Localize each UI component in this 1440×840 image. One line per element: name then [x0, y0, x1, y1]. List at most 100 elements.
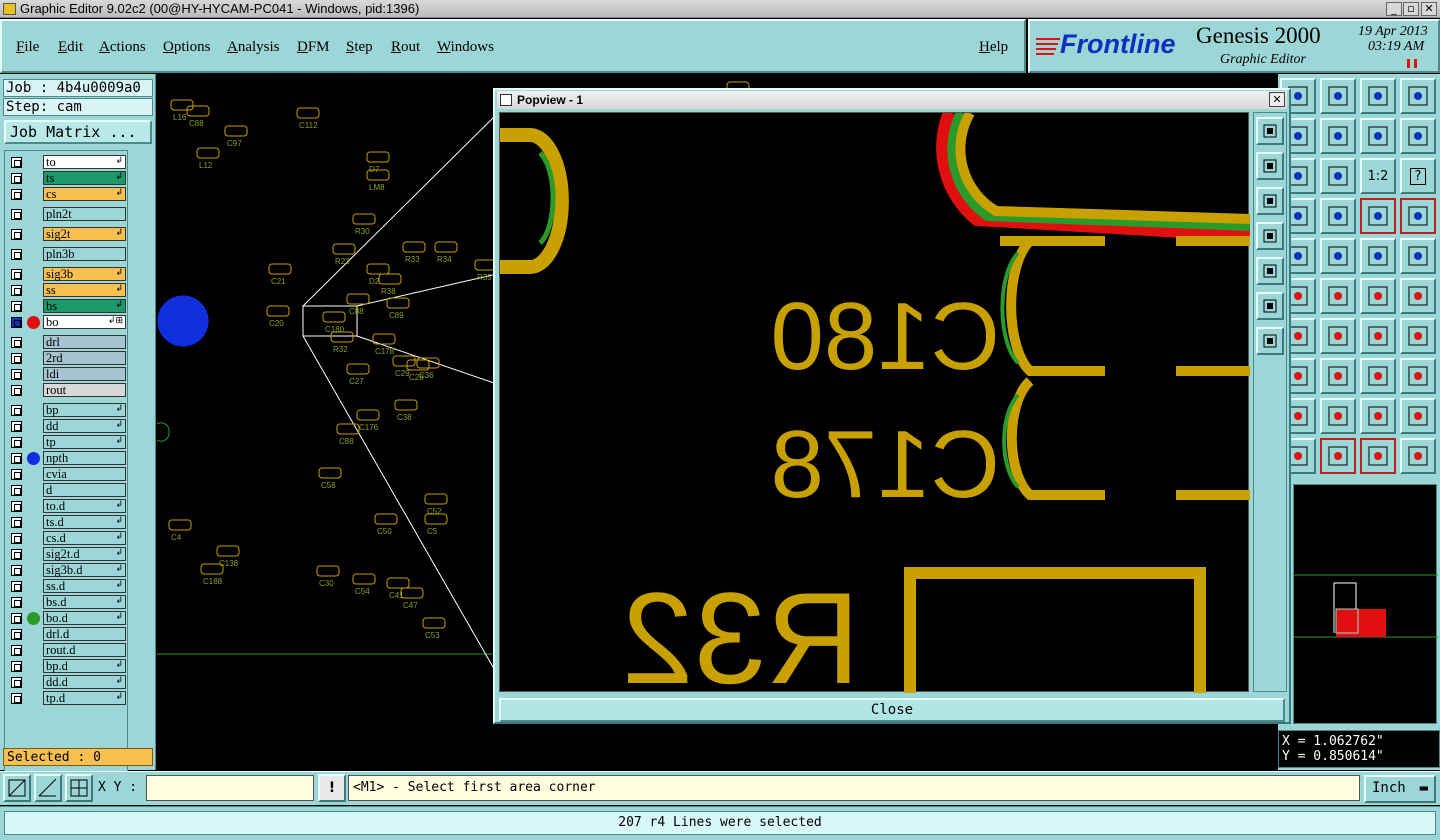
- menu-rout[interactable]: Rout: [391, 39, 420, 56]
- layer-name[interactable]: ts ↲: [43, 171, 126, 185]
- layer-name[interactable]: sig2t.d ↲: [43, 547, 126, 561]
- menu-actions[interactable]: Actions: [99, 39, 146, 56]
- cross-icon[interactable]: [1320, 278, 1356, 314]
- layer-row-cs[interactable]: cs ↲: [7, 187, 127, 201]
- layer-name[interactable]: bp.d ↲: [43, 659, 126, 673]
- layer-checkbox[interactable]: [11, 249, 22, 260]
- layer-name[interactable]: rout.d: [43, 643, 126, 657]
- layer-checkbox[interactable]: [11, 269, 22, 280]
- layer-checkbox[interactable]: [11, 549, 22, 560]
- layer-checkbox[interactable]: [11, 173, 22, 184]
- layer-row-cvia[interactable]: cvia: [7, 467, 127, 481]
- dot-icon[interactable]: [1400, 238, 1436, 274]
- layer-row-rout[interactable]: rout: [7, 383, 127, 397]
- layer-name[interactable]: bo.d ↲: [43, 611, 126, 625]
- layer-row-bp[interactable]: bp ↲: [7, 403, 127, 417]
- layer-checkbox[interactable]: [11, 157, 22, 168]
- layer-name[interactable]: sig2t ↲: [43, 227, 126, 241]
- ruler-icon[interactable]: [1360, 238, 1396, 274]
- layer-name[interactable]: 2rd: [43, 351, 126, 365]
- layer-checkbox[interactable]: [11, 353, 22, 364]
- layer-name[interactable]: npth: [43, 451, 126, 465]
- arrow-node-alt-icon[interactable]: [1400, 278, 1436, 314]
- layer-checkbox[interactable]: [11, 437, 22, 448]
- layer-row-ss-d[interactable]: ss.d ↲: [7, 579, 127, 593]
- layer-name[interactable]: drl: [43, 335, 126, 349]
- menu-step[interactable]: Step: [346, 39, 373, 56]
- popview-pan-right-icon[interactable]: [1256, 257, 1284, 285]
- layer-row-sig2t[interactable]: sig2t ↲: [7, 227, 127, 241]
- layer-checkbox[interactable]: [11, 629, 22, 640]
- layer-checkbox[interactable]: [11, 485, 22, 496]
- pause-icon[interactable]: [1407, 59, 1417, 68]
- layer-name[interactable]: drl.d: [43, 627, 126, 641]
- layer-checkbox[interactable]: [11, 533, 22, 544]
- layer-name[interactable]: ldi: [43, 367, 126, 381]
- overview-svg[interactable]: [1294, 485, 1438, 725]
- layer-name[interactable]: tp ↲: [43, 435, 126, 449]
- layer-checkbox[interactable]: [11, 405, 22, 416]
- arrow-node-icon[interactable]: [1360, 278, 1396, 314]
- popview-center-icon[interactable]: [1256, 327, 1284, 355]
- layer-row-drl-d[interactable]: drl.d: [7, 627, 127, 641]
- minimize-button[interactable]: _: [1386, 2, 1402, 16]
- layer-row-bo-d[interactable]: bo.d ↲: [7, 611, 127, 625]
- layer-name[interactable]: to.d ↲: [43, 499, 126, 513]
- grid-snap-button[interactable]: [65, 774, 93, 802]
- layer-name[interactable]: pln2t: [43, 207, 126, 221]
- layer-name[interactable]: sig3b ↲: [43, 267, 126, 281]
- layer-checkbox[interactable]: [11, 301, 22, 312]
- layer-row-cs-d[interactable]: cs.d ↲: [7, 531, 127, 545]
- layer-row-rout-d[interactable]: rout.d: [7, 643, 127, 657]
- layer-row-bo[interactable]: bo ↲⊞: [7, 315, 127, 329]
- layer-name[interactable]: rout: [43, 383, 126, 397]
- triangle-b-icon[interactable]: [1360, 398, 1396, 434]
- layer-row-bs-d[interactable]: bs.d ↲: [7, 595, 127, 609]
- layer-row-tp[interactable]: tp ↲: [7, 435, 127, 449]
- layer-checkbox[interactable]: [11, 581, 22, 592]
- layer-checkbox[interactable]: [11, 469, 22, 480]
- layer-checkbox[interactable]: [11, 565, 22, 576]
- layer-row-pln3b[interactable]: pln3b: [7, 247, 127, 261]
- layer-checkbox[interactable]: [11, 501, 22, 512]
- layer-checkbox[interactable]: [11, 421, 22, 432]
- menu-windows[interactable]: Windows: [437, 39, 494, 56]
- layer-name[interactable]: ss ↲: [43, 283, 126, 297]
- layer-checkbox[interactable]: [11, 285, 22, 296]
- layer-row-ts[interactable]: ts ↲: [7, 171, 127, 185]
- arrow-right-box-icon[interactable]: [1320, 118, 1356, 154]
- menu-dfm[interactable]: DFM: [297, 39, 330, 56]
- layer-checkbox[interactable]: [11, 453, 22, 464]
- select-icon[interactable]: [1360, 438, 1396, 474]
- layer-name[interactable]: d: [43, 483, 126, 497]
- select-box-icon[interactable]: [1320, 438, 1356, 474]
- popview-pan-down-icon[interactable]: [1256, 187, 1284, 215]
- layer-row-tp-d[interactable]: tp.d ↲: [7, 691, 127, 705]
- layer-row-to-d[interactable]: to.d ↲: [7, 499, 127, 513]
- layer-name[interactable]: ts.d ↲: [43, 515, 126, 529]
- popview-zoom-svg[interactable]: C180 C178 R32: [500, 109, 1251, 711]
- layer-checkbox[interactable]: [11, 189, 22, 200]
- layer-name[interactable]: cs ↲: [43, 187, 126, 201]
- measure-button[interactable]: [34, 774, 62, 802]
- layer-name[interactable]: cs.d ↲: [43, 531, 126, 545]
- layer-checkbox[interactable]: [11, 597, 22, 608]
- layer-checkbox[interactable]: [11, 645, 22, 656]
- menu-help[interactable]: Help: [979, 39, 1008, 56]
- window-split-icon[interactable]: [1400, 78, 1436, 114]
- grid-icon[interactable]: [1320, 198, 1356, 234]
- menu-options[interactable]: Options: [163, 39, 211, 56]
- layer-checkbox[interactable]: [11, 693, 22, 704]
- layer-row-dd[interactable]: dd ↲: [7, 419, 127, 433]
- close-window-button[interactable]: ✕: [1421, 2, 1437, 16]
- popview-canvas[interactable]: C180 C178 R32: [499, 109, 1251, 711]
- layer-row-dd-d[interactable]: dd.d ↲: [7, 675, 127, 689]
- shapes-icon[interactable]: [1400, 358, 1436, 394]
- unit-select[interactable]: Inch ▬: [1364, 775, 1436, 803]
- menu-file[interactable]: File: [16, 39, 39, 56]
- layer-checkbox[interactable]: [11, 229, 22, 240]
- layer-name[interactable]: dd ↲: [43, 419, 126, 433]
- resize-icon[interactable]: [1360, 358, 1396, 394]
- triangle-a-icon[interactable]: [1320, 398, 1356, 434]
- popview-close-button[interactable]: Close: [499, 698, 1285, 722]
